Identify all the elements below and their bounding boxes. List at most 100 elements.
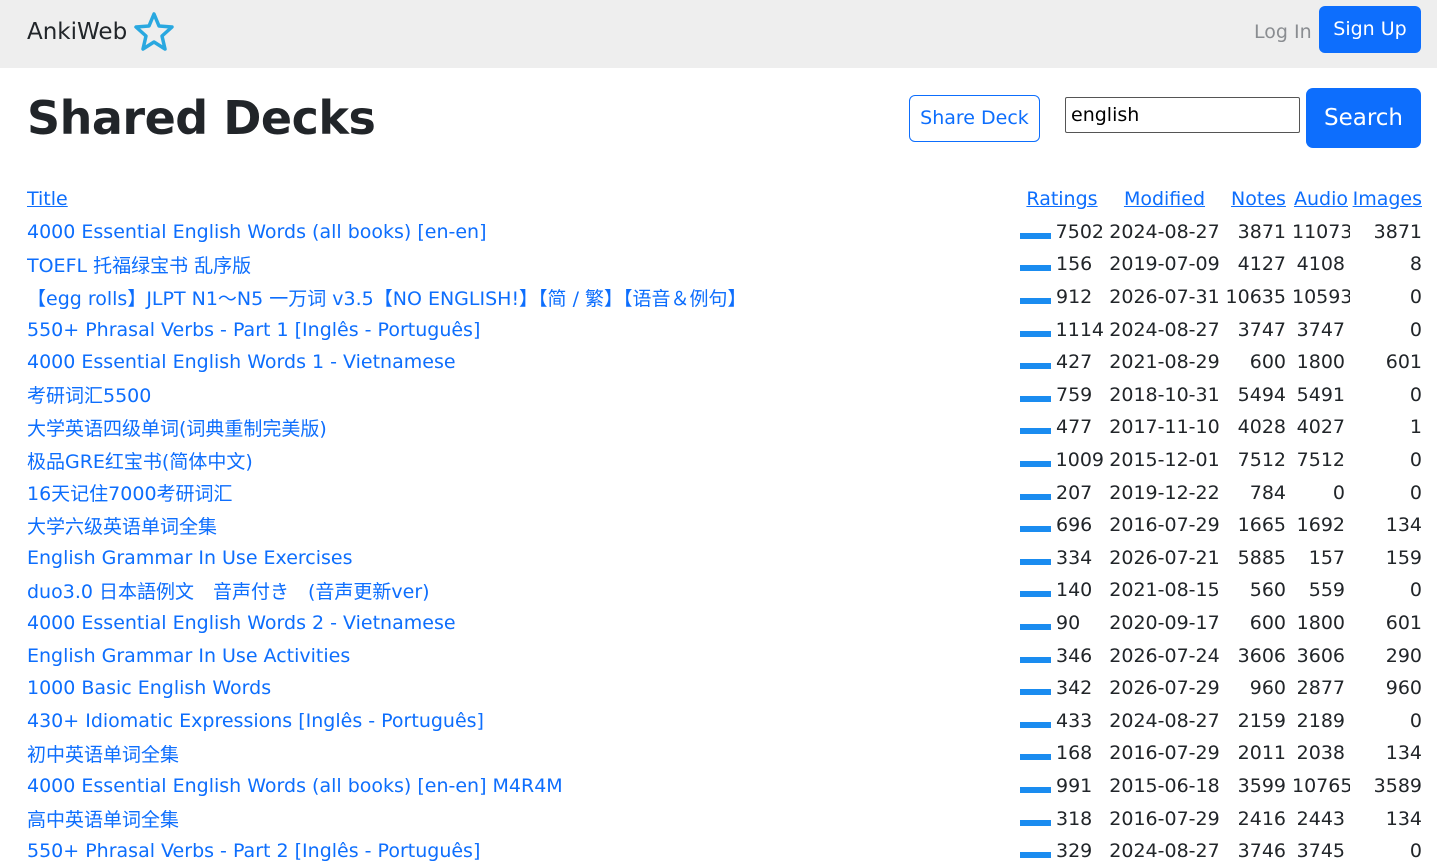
rating-bar-icon xyxy=(1020,754,1051,761)
deck-title-link[interactable]: 大学英语四级单词(词典重制完美版) xyxy=(27,418,327,440)
deck-title-link[interactable]: 550+ Phrasal Verbs - Part 2 [Inglês - Po… xyxy=(27,840,480,862)
audio-count: 1692 xyxy=(1296,514,1345,537)
table-body: 4000 Essential English Words (all books)… xyxy=(27,216,1422,867)
rating-count: 427 xyxy=(1056,351,1093,374)
deck-title-cell: English Grammar In Use Exercises xyxy=(27,542,1020,575)
notes-count: 2159 xyxy=(1237,709,1286,732)
rating-count: 477 xyxy=(1056,416,1093,439)
notes-count: 600 xyxy=(1249,612,1286,635)
rating-count: 1114 xyxy=(1055,318,1104,341)
rating-count: 1009 xyxy=(1055,449,1104,472)
sort-by-images-link[interactable]: Images xyxy=(1353,188,1422,210)
shared-decks-table: Title Ratings Modified Notes Audio Image… xyxy=(27,183,1422,867)
deck-title-link[interactable]: 430+ Idiomatic Expressions [Inglês - Por… xyxy=(27,710,484,732)
share-deck-button[interactable]: Share Deck xyxy=(909,95,1040,142)
rating-count: 318 xyxy=(1056,807,1093,830)
rating-bar-icon xyxy=(1020,558,1051,565)
brand-name: AnkiWeb xyxy=(27,19,128,45)
deck-title-cell: 高中英语单词全集 xyxy=(27,802,1020,835)
rating-cell: 759 xyxy=(1020,379,1104,412)
images-count: 134 xyxy=(1385,807,1422,830)
modified-date: 2026-07-29 xyxy=(1109,677,1220,700)
deck-title-link[interactable]: 【egg rolls】JLPT N1～N5 一万词 v3.5【NO ENGLIS… xyxy=(27,288,747,310)
deck-title-cell: TOEFL 托福绿宝书 乱序版 xyxy=(27,248,1020,281)
rating-bar-icon xyxy=(1020,656,1051,663)
notes-count: 4127 xyxy=(1237,253,1286,276)
images-count: 960 xyxy=(1385,677,1422,700)
images-count: 0 xyxy=(1409,286,1422,309)
rating-count: 991 xyxy=(1056,774,1093,797)
sign-up-button[interactable]: Sign Up xyxy=(1319,6,1421,53)
deck-title-link[interactable]: English Grammar In Use Activities xyxy=(27,645,350,667)
modified-date: 2020-09-17 xyxy=(1109,612,1220,635)
rating-cell: 156 xyxy=(1020,248,1104,281)
sort-by-ratings-link[interactable]: Ratings xyxy=(1026,188,1097,210)
rating-bar-icon xyxy=(1020,786,1051,793)
deck-title-link[interactable]: 大学六级英语单词全集 xyxy=(27,516,217,538)
table-row: English Grammar In Use Exercises 334 2026-… xyxy=(27,542,1422,575)
column-header-notes: Notes xyxy=(1225,183,1292,216)
deck-title-link[interactable]: 16天记住7000考研词汇 xyxy=(27,483,233,505)
audio-count: 3606 xyxy=(1296,644,1345,667)
rating-cell: 90 xyxy=(1020,607,1104,640)
sort-by-notes-link[interactable]: Notes xyxy=(1231,188,1286,210)
deck-title-link[interactable]: 4000 Essential English Words 2 - Vietnam… xyxy=(27,612,456,634)
modified-date: 2026-07-21 xyxy=(1109,546,1220,569)
deck-title-cell: 大学六级英语单词全集 xyxy=(27,509,1020,542)
deck-title-link[interactable]: TOEFL 托福绿宝书 乱序版 xyxy=(27,255,251,277)
audio-count: 11073 xyxy=(1292,220,1350,243)
notes-count: 5885 xyxy=(1237,546,1286,569)
audio-count: 2189 xyxy=(1296,709,1345,732)
modified-date: 2016-07-29 xyxy=(1109,742,1220,765)
table-row: duo3.0 日本語例文 音声付き (音声更新ver) 140 2021-08-15… xyxy=(27,574,1422,607)
sort-by-title-link[interactable]: Title xyxy=(27,188,68,210)
notes-count: 7512 xyxy=(1237,449,1286,472)
deck-title-link[interactable]: 550+ Phrasal Verbs - Part 1 [Inglês - Po… xyxy=(27,319,480,341)
deck-title-link[interactable]: 4000 Essential English Words (all books)… xyxy=(27,221,487,243)
column-header-modified: Modified xyxy=(1104,183,1225,216)
table-row: 极品GRE红宝书(简体中文) 1009 2015-12-01 7512 7512 0 xyxy=(27,444,1422,477)
deck-title-cell: 550+ Phrasal Verbs - Part 2 [Inglês - Po… xyxy=(27,835,1020,867)
images-count: 0 xyxy=(1409,481,1422,504)
images-count: 0 xyxy=(1409,579,1422,602)
images-count: 0 xyxy=(1409,449,1422,472)
rating-bar-icon xyxy=(1020,232,1051,239)
rating-cell: 318 xyxy=(1020,802,1104,835)
rating-count: 912 xyxy=(1056,286,1093,309)
deck-title-link[interactable]: English Grammar In Use Exercises xyxy=(27,547,353,569)
images-count: 0 xyxy=(1409,840,1422,863)
login-link[interactable]: Log In xyxy=(1254,21,1312,43)
deck-title-link[interactable]: 考研词汇5500 xyxy=(27,385,151,407)
modified-date: 2024-08-27 xyxy=(1109,840,1220,863)
audio-count: 157 xyxy=(1308,546,1345,569)
deck-title-cell: English Grammar In Use Activities xyxy=(27,639,1020,672)
deck-title-link[interactable]: 极品GRE红宝书(简体中文) xyxy=(27,451,253,473)
search-input[interactable] xyxy=(1065,97,1300,133)
table-row: TOEFL 托福绿宝书 乱序版 156 2019-07-09 4127 4108 8 xyxy=(27,248,1422,281)
table-row: 大学六级英语单词全集 696 2016-07-29 1665 1692 134 xyxy=(27,509,1422,542)
images-count: 159 xyxy=(1385,546,1422,569)
deck-title-link[interactable]: duo3.0 日本語例文 音声付き (音声更新ver) xyxy=(27,581,430,603)
brand-link[interactable]: AnkiWeb xyxy=(27,10,175,54)
images-count: 8 xyxy=(1409,253,1422,276)
deck-title-link[interactable]: 1000 Basic English Words xyxy=(27,677,271,699)
rating-bar-icon xyxy=(1020,395,1051,402)
deck-title-link[interactable]: 4000 Essential English Words (all books)… xyxy=(27,775,563,797)
sort-by-modified-link[interactable]: Modified xyxy=(1124,188,1205,210)
deck-title-cell: 4000 Essential English Words (all books)… xyxy=(27,770,1020,803)
search-button[interactable]: Search xyxy=(1306,88,1421,148)
table-row: 考研词汇5500 759 2018-10-31 5494 5491 0 xyxy=(27,379,1422,412)
deck-title-link[interactable]: 4000 Essential English Words 1 - Vietnam… xyxy=(27,351,456,373)
rating-count: 140 xyxy=(1056,579,1093,602)
rating-bar-icon xyxy=(1020,624,1051,631)
rating-cell: 140 xyxy=(1020,574,1104,607)
rating-cell: 427 xyxy=(1020,346,1104,379)
audio-count: 5491 xyxy=(1296,383,1345,406)
images-count: 134 xyxy=(1385,742,1422,765)
rating-count: 168 xyxy=(1056,742,1093,765)
deck-title-link[interactable]: 高中英语单词全集 xyxy=(27,809,179,831)
deck-title-cell: 430+ Idiomatic Expressions [Inglês - Por… xyxy=(27,705,1020,738)
sort-by-audio-link[interactable]: Audio xyxy=(1294,188,1348,210)
rating-count: 329 xyxy=(1056,840,1093,863)
deck-title-link[interactable]: 初中英语单词全集 xyxy=(27,744,179,766)
